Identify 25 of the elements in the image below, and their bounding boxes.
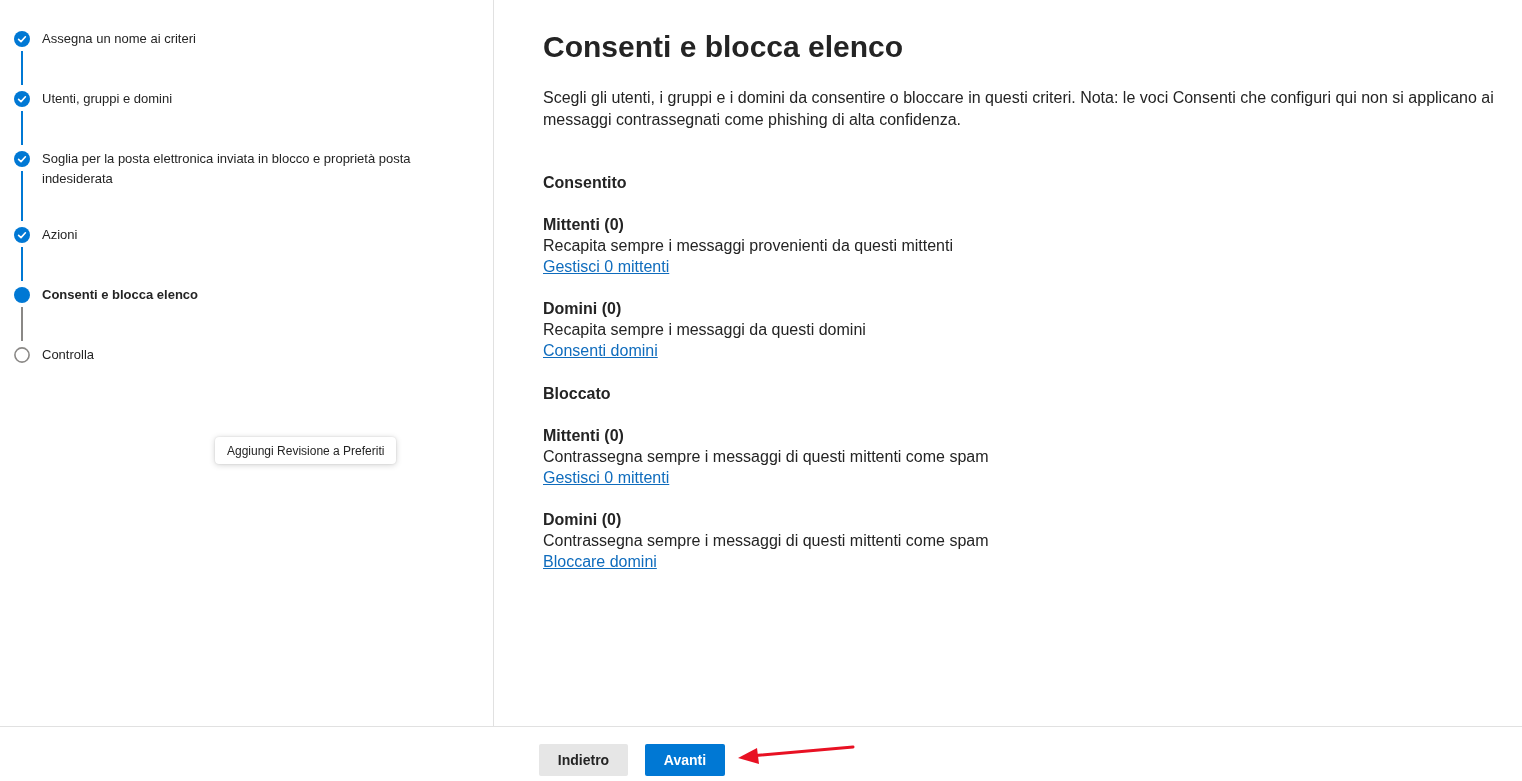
step-label: Utenti, gruppi e domini <box>42 90 173 108</box>
group-title: Domini (0) <box>543 510 622 530</box>
tooltip: Aggiungi Revisione a Preferiti <box>215 437 397 464</box>
manage-link[interactable]: Gestisci 0 mittenti <box>543 467 670 488</box>
manage-link[interactable]: Bloccare domini <box>543 551 657 572</box>
step-label: Controlla <box>42 346 95 364</box>
group-title: Mittenti (0) <box>543 426 624 446</box>
manage-link[interactable]: Consenti domini <box>543 340 658 361</box>
back-button[interactable]: Indietro <box>539 744 628 776</box>
step-label: Assegna un nome ai criteri <box>42 30 196 48</box>
manage-link[interactable]: Gestisci 0 mittenti <box>543 256 670 277</box>
page-title: Consenti e blocca elenco <box>543 29 904 65</box>
group-description: Contrassegna sempre i messaggi di questi mittenti come spam <box>543 447 989 467</box>
step-label: Soglia per la posta elettronica inviata in blocco e proprietà posta indesiderata <box>42 150 412 188</box>
group-description: Recapita sempre i messaggi provenienti da questi mittenti <box>543 236 953 256</box>
group-description: Contrassegna sempre i messaggi di questi mittenti come spam <box>543 531 989 551</box>
section-heading: Bloccato <box>543 384 611 404</box>
next-button[interactable]: Avanti <box>645 744 725 776</box>
step-label: Azioni <box>42 226 78 244</box>
group-title: Domini (0) <box>543 299 622 319</box>
page-description: Scegli gli utenti, i gruppi e i domini da consentire o bloccare in questi criteri. Nota: le voci Consenti che configuri qui non si applicano ai messaggi contrassegnati come phishing di alta confidenza. <box>543 88 1495 130</box>
group-title: Mittenti (0) <box>543 215 624 235</box>
step-label: Consenti e blocca elenco <box>42 286 199 304</box>
section-heading: Consentito <box>543 173 627 193</box>
group-description: Recapita sempre i messaggi da questi domini <box>543 320 866 340</box>
